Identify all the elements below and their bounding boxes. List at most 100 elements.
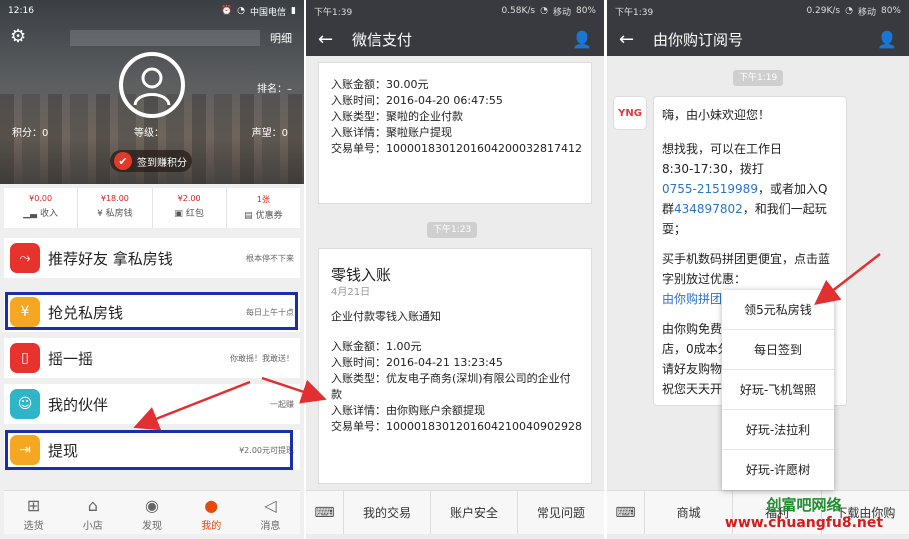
card-line: 入账金额：30.00元 xyxy=(331,78,429,91)
wallet-private[interactable]: ¥18.00 ¥ 私房钱 xyxy=(78,188,153,228)
menu-item-redeem[interactable]: ¥ 抢兑私房钱 每日上午十点 xyxy=(4,292,300,332)
wallet-label: 私房钱 xyxy=(105,209,133,219)
page-title: 微信支付 xyxy=(352,30,413,49)
card-line: 入账详情：由你购账户余额提现 xyxy=(331,404,485,417)
wechat-menu-bar: ⌨ 我的交易 账户安全 常见问题 xyxy=(306,490,604,534)
phone-shake-icon: ▯ xyxy=(10,343,40,373)
tab-label: 选货 xyxy=(23,521,44,532)
battery-icon: ▮ xyxy=(291,6,296,16)
net-speed: 0.58K/s xyxy=(501,6,536,16)
back-arrow-icon[interactable]: ← xyxy=(318,29,352,50)
battery-level: 80% xyxy=(575,6,596,16)
tab-discover[interactable]: ◉ 发现 xyxy=(122,491,181,534)
card-line: 入账类型：优友电子商务(深圳)有限公司的企业付款 xyxy=(331,372,571,401)
menu-my-transactions[interactable]: 我的交易 xyxy=(344,491,431,534)
checkin-label: 签到赚积分 xyxy=(137,157,187,169)
wallet-summary: ¥0.00 ▁▃ 收入 ¥18.00 ¥ 私房钱 ¥2.00 ▣ 红包 1张 ▤… xyxy=(4,188,300,228)
card-date: 4月21日 xyxy=(331,287,371,298)
reputation-text: 声望：0 xyxy=(251,128,288,139)
wallet-income[interactable]: ¥0.00 ▁▃ 收入 xyxy=(4,188,79,228)
username-placeholder xyxy=(70,30,260,46)
tab-label: 我的 xyxy=(201,521,222,532)
tab-label: 小店 xyxy=(82,521,103,532)
wechat-header: 下午1:39 0.58K/s ◔ 移动 80% ← 微信支付 👤 xyxy=(306,0,604,56)
check-icon: ✔ xyxy=(114,152,132,170)
status-bar: 下午1:39 0.29K/s ◔ 移动 80% xyxy=(607,0,909,22)
popup-item-wish-tree[interactable]: 好玩-许愿树 xyxy=(722,450,834,490)
menu-item-partner[interactable]: ☺ 我的伙伴 一起赚 xyxy=(4,384,300,424)
msg-line: 嗨，由小妹欢迎您！ xyxy=(662,108,771,122)
wallet-redpacket[interactable]: ¥2.00 ▣ 红包 xyxy=(153,188,227,228)
net-speed: 0.29K/s xyxy=(806,6,841,16)
gear-icon[interactable]: ⚙ xyxy=(10,26,26,47)
tab-goods[interactable]: ⊞ 选货 xyxy=(4,491,63,534)
menu-item-recommend[interactable]: ⤳ 推荐好友 拿私房钱 根本停不下来 xyxy=(4,238,300,278)
cart-plus-icon: ⊞ xyxy=(26,496,41,515)
status-bar: 下午1:39 0.58K/s ◔ 移动 80% xyxy=(306,0,604,22)
keyboard-icon[interactable]: ⌨ xyxy=(607,491,645,534)
menu-account-security[interactable]: 账户安全 xyxy=(431,491,518,534)
coin-icon: ¥ xyxy=(97,209,103,219)
battery-level: 80% xyxy=(880,6,901,16)
menu-item-withdraw[interactable]: ⇥ 提现 ¥2.00元可提现 xyxy=(4,430,300,470)
gift-icon: ▣ xyxy=(174,209,183,219)
chart-icon: ▁▃ xyxy=(23,209,38,219)
card-line: 入账时间：2016-04-20 06:47:55 xyxy=(331,94,503,107)
tab-mine[interactable]: ● 我的 xyxy=(182,491,241,534)
card-line: 交易单号：1000018301201604210040902928 xyxy=(331,420,582,433)
checkin-button[interactable]: ✔ 签到赚积分 xyxy=(110,150,192,172)
menu-item-shake[interactable]: ▯ 摇一摇 你敢摇！我敢送！ xyxy=(4,338,300,378)
eye-icon: ◉ xyxy=(145,496,159,515)
popup-item-ferrari[interactable]: 好玩-法拉利 xyxy=(722,410,834,450)
user-icon[interactable]: 👤 xyxy=(572,30,592,49)
watermark-title: 创富吧网络 xyxy=(766,496,842,514)
msg-line: ，或者加入Q xyxy=(757,182,828,196)
level-text: 等级： xyxy=(134,128,164,139)
phone-link[interactable]: 0755-21519989 xyxy=(662,182,758,196)
wallet-amount: ¥2.00 xyxy=(177,194,201,203)
menu-title: 摇一摇 xyxy=(48,349,94,368)
menu-title: 我的伙伴 xyxy=(48,395,109,414)
store-icon: ⌂ xyxy=(87,496,98,515)
tab-shop[interactable]: ⌂ 小店 xyxy=(63,491,122,534)
tab-messages[interactable]: ◁ 消息 xyxy=(241,491,300,534)
msg-line: 群 xyxy=(662,202,675,216)
status-time: 下午1:39 xyxy=(314,7,353,18)
wifi-icon: ◔ xyxy=(237,6,246,16)
status-time: 下午1:39 xyxy=(615,7,654,18)
menu-hint: 根本停不下来 xyxy=(246,253,294,263)
tab-label: 消息 xyxy=(260,521,281,532)
wifi-icon: ◔ xyxy=(845,6,853,16)
points-text: 积分：0 xyxy=(12,128,49,139)
watermark-url: www.chuangfu8.net xyxy=(724,515,884,531)
menu-hint: ¥2.00元可提现 xyxy=(239,445,294,455)
wallet-label: 优惠券 xyxy=(255,211,283,221)
card-notice: 企业付款零钱入账通知 xyxy=(331,310,441,323)
payment-card-1[interactable]: 入账金额：30.00元 入账时间：2016-04-20 06:47:55 入账类… xyxy=(318,62,592,204)
detail-link[interactable]: 明细 xyxy=(270,30,292,46)
menu-hint: 你敢摇！我敢送！ xyxy=(230,353,294,363)
card-line: 交易单号：1000018301201604200032817412 xyxy=(331,142,582,155)
watermark: 创富吧网络 www.chuangfu8.net xyxy=(700,494,908,531)
keyboard-icon[interactable]: ⌨ xyxy=(306,491,344,534)
timestamp: 下午1:23 xyxy=(427,222,478,238)
popup-item-plane-license[interactable]: 好玩-飞机驾照 xyxy=(722,370,834,410)
yng-logo[interactable]: YNG xyxy=(613,96,647,130)
payment-card-2[interactable]: 零钱入账 4月21日 企业付款零钱入账通知 入账金额：1.00元 入账时间：20… xyxy=(318,248,592,484)
user-icon[interactable]: 👤 xyxy=(877,30,897,49)
wallet-coupon[interactable]: 1张 ▤ 优惠券 xyxy=(227,188,300,228)
tab-label: 发现 xyxy=(142,521,162,532)
partner-icon: ☺ xyxy=(10,389,40,419)
menu-title: 抢兑私房钱 xyxy=(48,303,124,322)
avatar[interactable] xyxy=(119,52,185,118)
user-icon xyxy=(133,67,171,106)
logo-text: YNG xyxy=(618,107,642,119)
wallet-amount: ¥0.00 xyxy=(29,194,53,203)
back-arrow-icon[interactable]: ← xyxy=(619,29,653,50)
card-title: 零钱入账 xyxy=(331,266,392,284)
popup-item-claim-money[interactable]: 领5元私房钱 xyxy=(722,290,834,330)
menu-faq[interactable]: 常见问题 xyxy=(518,491,604,534)
wallet-label: 红包 xyxy=(185,209,204,219)
qq-group-link[interactable]: 434897802 xyxy=(674,202,743,216)
popup-item-daily-checkin[interactable]: 每日签到 xyxy=(722,330,834,370)
